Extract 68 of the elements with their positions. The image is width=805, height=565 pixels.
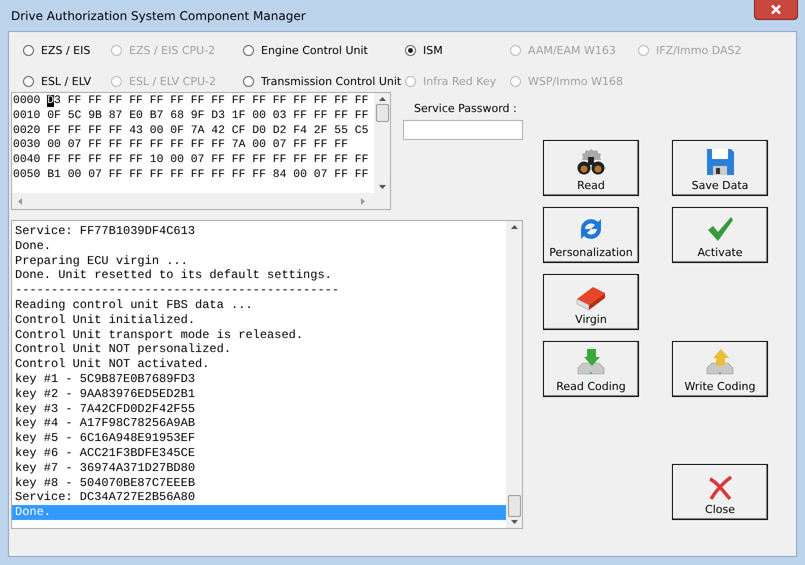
action-button[interactable]: Activate bbox=[672, 207, 768, 263]
close-button[interactable]: Close bbox=[672, 464, 768, 520]
vertical-scrollbar[interactable] bbox=[506, 221, 522, 528]
radio-label: IFZ/Immo DAS2 bbox=[656, 44, 742, 56]
hex-dump-line: 0020 FF FF FF FF 43 00 0F 7A 42 CF D0 D2 F4 2F 55 C5 bbox=[13, 124, 370, 138]
service-password-label: Service Password : bbox=[413, 102, 518, 115]
scroll-right-arrow-icon[interactable] bbox=[361, 198, 365, 204]
radio-label: AAM/EAM W163 bbox=[528, 44, 616, 56]
log-line: key #3 - 7A42CFD0D2F42F55 bbox=[14, 402, 196, 416]
scroll-up-arrow-icon[interactable] bbox=[510, 225, 518, 229]
log-line: key #8 - 504070BE87C7EEEB bbox=[14, 476, 196, 490]
action-button[interactable]: Read bbox=[543, 140, 639, 196]
scrollbar-thumb[interactable] bbox=[376, 104, 388, 122]
log-line: Control Unit NOT activated. bbox=[14, 357, 210, 372]
hex-dump-line: 0050 B1 00 07 FF FF FF FF FF FF FF FF 84 00 07 FF FF bbox=[13, 168, 370, 183]
radio-button[interactable] bbox=[405, 44, 416, 56]
scroll-up-arrow-icon[interactable] bbox=[378, 97, 386, 101]
log-line: Reading control unit FBS data ... bbox=[14, 298, 254, 313]
radio-button[interactable] bbox=[243, 76, 254, 86]
log-line: key #6 - ACC21F3BDFE345CE bbox=[14, 446, 196, 461]
horizontal-scrollbar[interactable] bbox=[12, 193, 390, 209]
vertical-scrollbar[interactable] bbox=[374, 93, 390, 193]
scroll-down-arrow-icon[interactable] bbox=[378, 185, 386, 189]
log-line: key #7 - 36974A371D27BD80 bbox=[14, 460, 196, 476]
log-view[interactable] bbox=[11, 220, 523, 529]
scroll-down-arrow-icon[interactable] bbox=[510, 520, 518, 524]
window-title: Drive Authorization System Component Manager bbox=[10, 8, 306, 22]
hex-dump-view[interactable] bbox=[11, 92, 391, 210]
hex-dump-line: 0030 00 07 FF FF FF FF FF FF FF 7A 00 07 FF FF FF bbox=[13, 138, 349, 154]
radio-label: Infra Red Key bbox=[423, 74, 496, 88]
log-line: Preparing ECU virgin ... bbox=[14, 254, 189, 268]
action-button[interactable]: Write Coding bbox=[672, 341, 768, 397]
binoculars-icon bbox=[576, 147, 606, 177]
hex-dump-line: 0000 D3 FF FF FF FF FF FF FF FF FF FF FF FF FF FF FF bbox=[13, 94, 370, 109]
close-icon[interactable] bbox=[754, 0, 798, 20]
action-button[interactable]: Save Data bbox=[672, 140, 768, 196]
log-line: Done. bbox=[14, 238, 52, 254]
log-line: key #4 - A17F98C78256A9AB bbox=[14, 416, 196, 432]
radio-label: WSP/Immo W168 bbox=[528, 74, 623, 88]
radio-button[interactable] bbox=[23, 76, 34, 86]
service-password-field[interactable] bbox=[403, 120, 523, 140]
scrollbar-thumb[interactable] bbox=[508, 495, 520, 517]
radio-label: ESL / ELV bbox=[41, 74, 92, 88]
radio-label: ESL / ELV CPU-2 bbox=[129, 74, 216, 88]
radio-label: ISM bbox=[423, 44, 443, 56]
log-line: Control Unit transport mode is released. bbox=[14, 328, 304, 342]
log-line: Service: DC34A727E2B56A80 bbox=[14, 490, 196, 506]
cross-icon bbox=[707, 475, 733, 501]
log-line: Done. Unit resetted to its default settings. bbox=[14, 268, 333, 284]
radio-label: Engine Control Unit bbox=[261, 44, 368, 56]
log-line: key #1 - 5C9B87E0B7689FD3 bbox=[14, 372, 196, 387]
log-line: --------------------------------------------- bbox=[14, 283, 340, 298]
radio-button[interactable] bbox=[243, 44, 254, 56]
radio-label: Transmission Control Unit bbox=[261, 74, 402, 88]
radio-label: EZS / EIS bbox=[41, 44, 90, 56]
action-button[interactable]: Virgin bbox=[543, 274, 639, 330]
log-line: Control Unit initialized. bbox=[14, 312, 196, 328]
radio-label: EZS / EIS CPU-2 bbox=[129, 44, 216, 56]
hex-dump-line: 0040 FF FF FF FF FF 10 00 07 FF FF FF FF FF FF FF FF bbox=[13, 153, 370, 168]
hex-dump-line: 0010 0F 5C 9B 87 E0 B7 68 9F D3 1F 00 03 FF FF FF FF bbox=[13, 108, 370, 124]
radio-button[interactable] bbox=[23, 44, 34, 56]
log-line: key #5 - 6C16A948E91953EF bbox=[14, 431, 196, 446]
log-line: Control Unit NOT personalized. bbox=[14, 342, 232, 358]
log-line: Service: FF77B1039DF4C613 bbox=[14, 224, 196, 239]
scroll-left-arrow-icon[interactable] bbox=[18, 198, 22, 204]
action-button[interactable]: Read Coding bbox=[543, 341, 639, 397]
log-line: key #2 - 9AA83976ED5ED2B1 bbox=[14, 386, 196, 402]
action-button[interactable]: Personalization bbox=[543, 207, 639, 263]
